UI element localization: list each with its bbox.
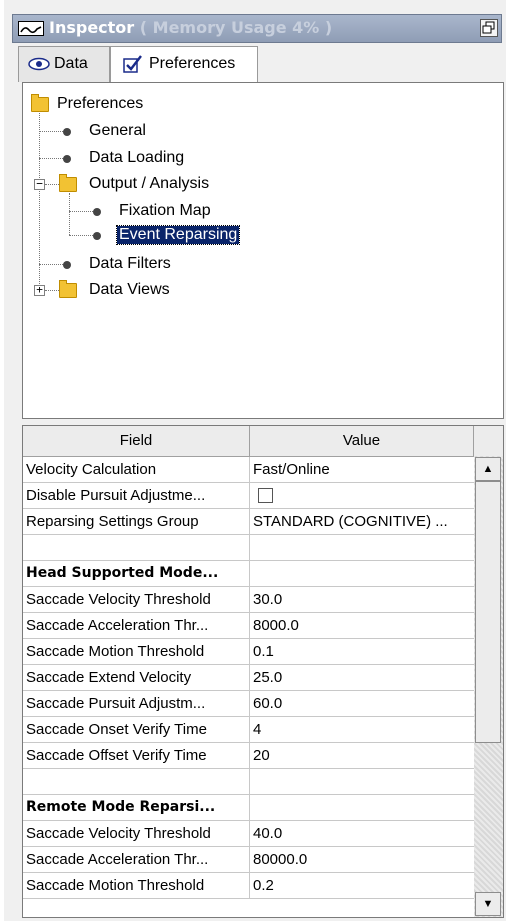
table-row[interactable]: Velocity Calculation Fast/Online: [23, 457, 474, 483]
window-title: Inspector ( Memory Usage 4% ): [49, 18, 333, 37]
value-cell[interactable]: 80000.0: [250, 847, 474, 873]
field-cell: [23, 769, 250, 795]
title-bar[interactable]: Inspector ( Memory Usage 4% ): [12, 14, 502, 43]
field-cell: Saccade Pursuit Adjustm...: [23, 691, 250, 717]
value-cell[interactable]: [250, 795, 474, 821]
table-row[interactable]: Saccade Motion Threshold 0.2: [23, 873, 474, 899]
tree-connector: [69, 193, 70, 235]
disable-pursuit-checkbox[interactable]: [258, 488, 273, 503]
value-cell[interactable]: 0.2: [250, 873, 474, 899]
bullet-icon: [93, 208, 101, 216]
bullet-icon: [63, 261, 71, 269]
field-cell: Saccade Motion Threshold: [23, 873, 250, 899]
bullet-icon: [63, 128, 71, 136]
checkbox-icon: [123, 54, 143, 79]
field-cell: Saccade Offset Verify Time: [23, 743, 250, 769]
folder-icon: [31, 94, 49, 112]
value-cell[interactable]: [250, 561, 474, 587]
field-cell: Saccade Velocity Threshold: [23, 587, 250, 613]
value-checkbox-cell[interactable]: [250, 483, 474, 509]
table-row[interactable]: Saccade Acceleration Thr... 8000.0: [23, 613, 474, 639]
collapse-icon[interactable]: −: [34, 178, 45, 190]
value-cell[interactable]: STANDARD (COGNITIVE) ...: [250, 509, 474, 535]
value-cell[interactable]: 40.0: [250, 821, 474, 847]
value-cell[interactable]: 4: [250, 717, 474, 743]
table-row[interactable]: Saccade Extend Velocity 25.0: [23, 665, 474, 691]
column-header-spacer: [474, 426, 503, 457]
expand-icon[interactable]: +: [34, 284, 45, 296]
field-cell: Saccade Velocity Threshold: [23, 821, 250, 847]
tab-data-label: Data: [54, 55, 88, 72]
value-cell[interactable]: 60.0: [250, 691, 474, 717]
tree-connector: [39, 105, 40, 288]
scroll-down-icon[interactable]: ▼: [475, 892, 501, 916]
folder-icon: [59, 174, 77, 192]
field-cell: Reparsing Settings Group: [23, 509, 250, 535]
table-row[interactable]: Saccade Pursuit Adjustm... 60.0: [23, 691, 474, 717]
inspector-logo-icon: [18, 21, 44, 36]
field-cell: [23, 535, 250, 561]
field-cell: Saccade Onset Verify Time: [23, 717, 250, 743]
field-cell: Saccade Acceleration Thr...: [23, 847, 250, 873]
value-cell[interactable]: 30.0: [250, 587, 474, 613]
value-cell[interactable]: 0.1: [250, 639, 474, 665]
table-row[interactable]: Saccade Acceleration Thr... 80000.0: [23, 847, 474, 873]
table-row[interactable]: Saccade Onset Verify Time 4: [23, 717, 474, 743]
field-cell: Remote Mode Reparsi...: [23, 795, 250, 821]
tree-connector: [45, 290, 59, 291]
field-cell: Head Supported Mode...: [23, 561, 250, 587]
bullet-icon: [93, 232, 101, 240]
scroll-thumb[interactable]: [475, 481, 501, 743]
bullet-icon: [63, 155, 71, 163]
table-row[interactable]: Saccade Velocity Threshold 40.0: [23, 821, 474, 847]
value-cell[interactable]: Fast/Online: [250, 457, 474, 483]
tree-connector: [69, 235, 93, 236]
tree-connector: [39, 131, 63, 132]
table-row[interactable]: Disable Pursuit Adjustme...: [23, 483, 474, 509]
value-cell[interactable]: [250, 769, 474, 795]
properties-grid: Field Value Velocity Calculation Fast/Onl…: [22, 425, 504, 918]
field-cell: Saccade Acceleration Thr...: [23, 613, 250, 639]
eye-icon: [28, 57, 50, 76]
column-header-value[interactable]: Value: [250, 426, 474, 457]
group-row[interactable]: Head Supported Mode...: [23, 561, 474, 587]
value-cell[interactable]: 25.0: [250, 665, 474, 691]
table-row[interactable]: Saccade Motion Threshold 0.1: [23, 639, 474, 665]
preferences-tree[interactable]: Preferences General Data Loading − Outpu…: [22, 82, 504, 419]
tree-connector: [45, 184, 59, 185]
field-cell: Saccade Motion Threshold: [23, 639, 250, 665]
field-cell: Disable Pursuit Adjustme...: [23, 483, 250, 509]
field-cell: Saccade Extend Velocity: [23, 665, 250, 691]
table-row[interactable]: [23, 535, 474, 561]
tree-connector: [39, 158, 63, 159]
value-cell[interactable]: 20: [250, 743, 474, 769]
tab-preferences[interactable]: Preferences: [110, 46, 258, 83]
field-cell: Velocity Calculation: [23, 457, 250, 483]
scroll-up-icon[interactable]: ▲: [475, 457, 501, 481]
restore-window-button[interactable]: [480, 19, 498, 37]
table-row[interactable]: Saccade Offset Verify Time 20: [23, 743, 474, 769]
group-row[interactable]: Remote Mode Reparsi...: [23, 795, 474, 821]
vertical-scrollbar[interactable]: ▲ ▼: [474, 456, 503, 917]
folder-icon: [59, 280, 77, 298]
tree-connector: [39, 264, 63, 265]
table-row[interactable]: [23, 769, 474, 795]
tab-data[interactable]: Data: [18, 46, 110, 82]
table-row[interactable]: Reparsing Settings Group STANDARD (COGNIT…: [23, 509, 474, 535]
tab-preferences-label: Preferences: [149, 55, 236, 72]
table-row[interactable]: Saccade Velocity Threshold 30.0: [23, 587, 474, 613]
value-cell[interactable]: 8000.0: [250, 613, 474, 639]
column-header-field[interactable]: Field: [23, 426, 250, 457]
tree-connector: [69, 211, 93, 212]
value-cell[interactable]: [250, 535, 474, 561]
